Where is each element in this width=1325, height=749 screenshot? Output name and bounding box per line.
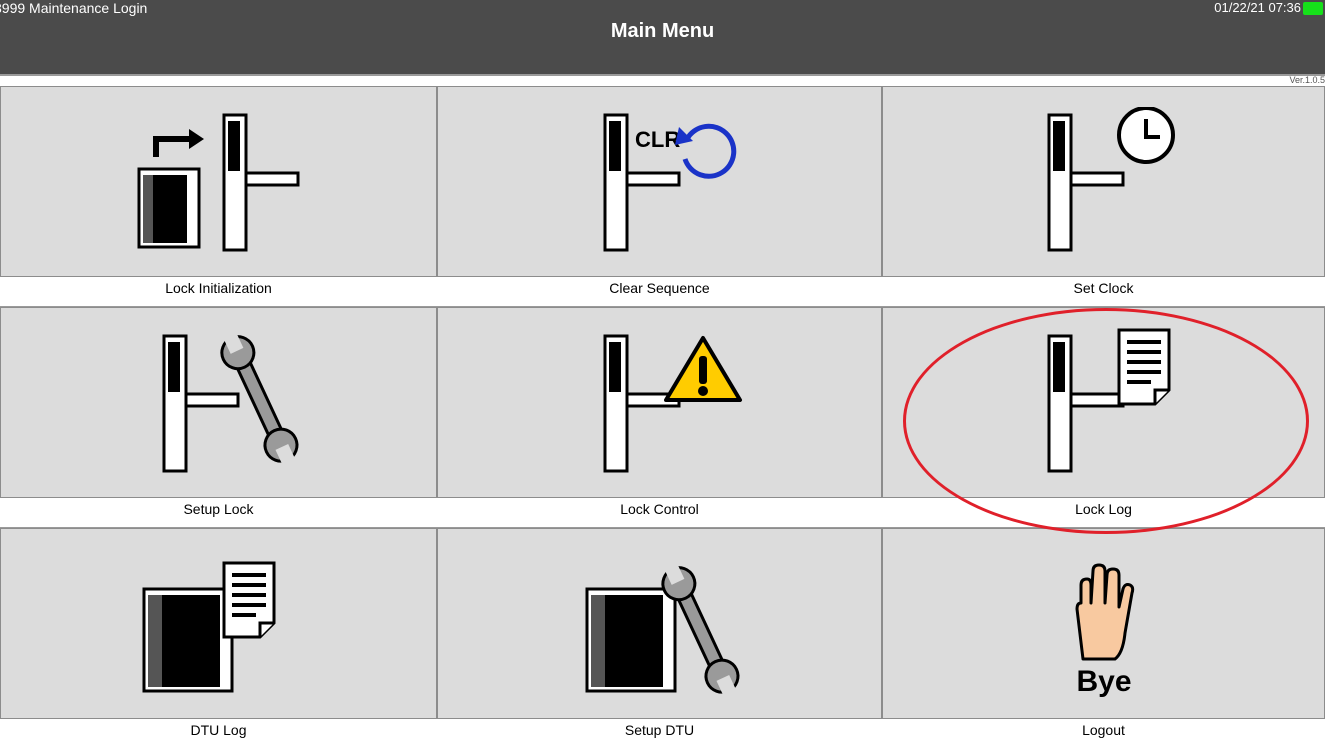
dtu-log-label: DTU Log bbox=[190, 722, 247, 738]
setup-lock-label: Setup Lock bbox=[183, 501, 254, 517]
clear-sequence-label: Clear Sequence bbox=[609, 280, 710, 296]
clear-sequence-button[interactable]: CLR bbox=[437, 86, 882, 277]
menu-row-1: Lock Initialization CLR Clear Sequence S… bbox=[0, 86, 1325, 307]
set-clock-icon bbox=[1047, 106, 1175, 251]
lock-initialization-label: Lock Initialization bbox=[165, 280, 272, 296]
lock-initialization-icon bbox=[137, 113, 299, 251]
lock-initialization-button[interactable] bbox=[0, 86, 437, 277]
setup-dtu-label: Setup DTU bbox=[624, 722, 695, 738]
dtu-log-icon bbox=[142, 561, 275, 692]
header-divider bbox=[0, 74, 1325, 76]
lock-log-label: Lock Log bbox=[1075, 501, 1132, 517]
menu-item-lock-control: Lock Control bbox=[437, 307, 882, 528]
setup-dtu-button[interactable] bbox=[437, 528, 882, 719]
battery-icon bbox=[1303, 2, 1323, 15]
setup-lock-button[interactable] bbox=[0, 307, 437, 498]
menu-item-clear-sequence: CLR Clear Sequence bbox=[437, 86, 882, 307]
setup-lock-icon bbox=[162, 332, 298, 472]
menu-item-dtu-log: DTU Log bbox=[0, 528, 437, 749]
datetime-display: 01/22/21 07:36 bbox=[1214, 0, 1301, 15]
setup-dtu-icon bbox=[585, 563, 739, 695]
page-title: Main Menu bbox=[610, 20, 715, 42]
menu-row-3: DTU Log Setup DTU Bye Logout bbox=[0, 528, 1325, 749]
lock-control-button[interactable] bbox=[437, 307, 882, 498]
clear-sequence-icon: CLR bbox=[603, 113, 736, 251]
app-title: 3999 Maintenance Login bbox=[0, 0, 148, 16]
menu-item-lock-log: Lock Log bbox=[882, 307, 1325, 528]
main-menu-grid: Lock Initialization CLR Clear Sequence S… bbox=[0, 86, 1325, 738]
menu-item-setup-dtu: Setup DTU bbox=[437, 528, 882, 749]
menu-item-set-clock: Set Clock bbox=[882, 86, 1325, 307]
menu-item-lock-initialization: Lock Initialization bbox=[0, 86, 437, 307]
svg-text:Bye: Bye bbox=[1076, 665, 1131, 698]
menu-item-logout: Bye Logout bbox=[882, 528, 1325, 749]
dtu-log-button[interactable] bbox=[0, 528, 437, 719]
svg-text:CLR: CLR bbox=[635, 127, 680, 152]
lock-log-icon bbox=[1047, 328, 1170, 472]
lock-log-button[interactable] bbox=[882, 307, 1325, 498]
logout-label: Logout bbox=[1082, 722, 1125, 738]
set-clock-label: Set Clock bbox=[1073, 280, 1134, 296]
menu-row-2: Setup Lock Lock Control Lock Log bbox=[0, 307, 1325, 528]
lock-control-icon bbox=[603, 334, 742, 472]
logout-icon: Bye bbox=[1075, 563, 1134, 698]
set-clock-button[interactable] bbox=[882, 86, 1325, 277]
logout-button[interactable]: Bye bbox=[882, 528, 1325, 719]
version-label: Ver.1.0.5 bbox=[1289, 75, 1325, 85]
menu-item-setup-lock: Setup Lock bbox=[0, 307, 437, 528]
title-bar: 3999 Maintenance Login Main Menu 01/22/2… bbox=[0, 0, 1325, 74]
lock-control-label: Lock Control bbox=[620, 501, 699, 517]
